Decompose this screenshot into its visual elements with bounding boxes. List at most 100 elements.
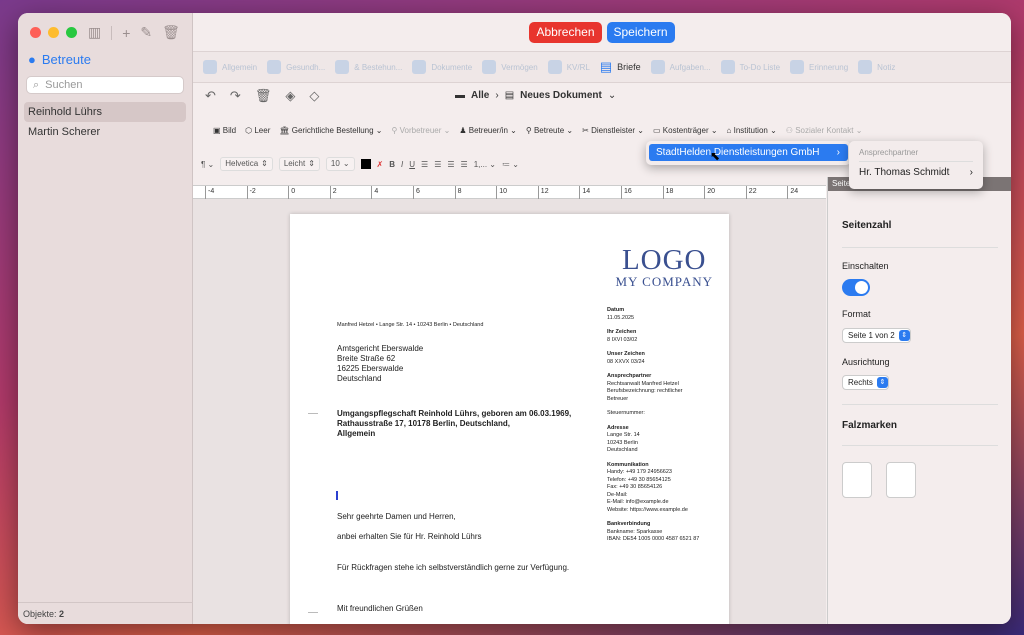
alignment-label: Ausrichtung xyxy=(842,357,890,367)
button-label: Leer xyxy=(254,125,271,135)
search-field[interactable]: ⌕ Suchen xyxy=(26,76,184,94)
tab-label: Allgemein xyxy=(222,62,258,72)
info-value: Website: https://www.example.de xyxy=(607,506,688,513)
tab-dokumente[interactable]: Dokumente xyxy=(412,60,472,74)
align-center-icon[interactable]: ☰ xyxy=(434,160,441,169)
tab-aufgaben[interactable]: Aufgaben... xyxy=(650,60,711,74)
align-right-icon[interactable]: ☰ xyxy=(447,160,454,169)
list-icon[interactable]: ≔ ⌄ xyxy=(502,160,519,169)
font-weight-value: Leicht xyxy=(283,159,306,168)
submenu-item[interactable]: Hr. Thomas Schmidt › xyxy=(859,161,973,183)
zoom-window-button[interactable] xyxy=(66,27,77,38)
trash-icon[interactable]: 🗑 xyxy=(255,88,272,104)
tab-briefe[interactable]: ▤ Briefe xyxy=(600,59,641,75)
cancel-button[interactable]: Abbrechen xyxy=(529,21,602,43)
court-order-menu[interactable]: 🏛 Gerichtliche Bestellung ⌄ xyxy=(279,126,382,135)
divider xyxy=(842,247,998,248)
body-text: Für Rückfragen stehe ich selbstverständl… xyxy=(337,563,570,572)
button-label: Sozialer Kontakt xyxy=(795,125,854,135)
ruler-tick: 16 xyxy=(621,186,632,199)
sidebar-toggle-icon[interactable]: ▥ xyxy=(88,24,101,41)
client-menu[interactable]: ⚲ Betreute ⌄ xyxy=(526,126,573,135)
main-area: Abbrechen Speichern Allgemein Gesundh...… xyxy=(193,13,1011,624)
fold-mark-option-1[interactable] xyxy=(842,462,872,498)
window-controls xyxy=(30,27,77,38)
highlight-icon[interactable]: ✗ xyxy=(377,160,384,169)
stack-icon[interactable]: ◇ xyxy=(309,88,319,104)
info-value: 08 XXVX 03/24 xyxy=(607,358,645,365)
tab-kvrl[interactable]: KV/RL xyxy=(547,60,590,74)
font-size-select[interactable]: 10 ⌄ xyxy=(325,157,355,171)
sidebar-footer: Objekte: 2 xyxy=(18,602,193,624)
page-number-toggle[interactable] xyxy=(842,279,870,296)
align-justify-icon[interactable]: ☰ xyxy=(461,160,468,169)
menu-item[interactable]: StadtHelden Dienstleistungen GmbH › xyxy=(649,144,848,161)
social-contact-menu[interactable]: ⚇ Sozialer Kontakt ⌄ xyxy=(786,126,863,135)
ruler-tick: -4 xyxy=(205,186,214,199)
underline-button[interactable]: U xyxy=(409,160,415,169)
health-icon xyxy=(267,60,282,74)
align-left-icon[interactable]: ☰ xyxy=(421,160,428,169)
button-label: Institution xyxy=(733,125,768,135)
chevron-down-icon[interactable]: ⌄ xyxy=(608,90,616,101)
subject-line: Umgangspflegschaft Reinhold Lührs, gebor… xyxy=(337,409,572,418)
section-tabs: Allgemein Gesundh... & Bestehun... Dokum… xyxy=(193,51,1011,83)
trash-icon[interactable]: 🗑 xyxy=(162,24,180,41)
subject: Umgangspflegschaft Reinhold Lührs, gebor… xyxy=(337,409,571,439)
person-icon xyxy=(203,60,217,74)
info-block: Datum 11.05.2025 Ihr Zeichen 8 IXVI 03/0… xyxy=(607,307,699,544)
text-color-swatch[interactable] xyxy=(360,159,371,169)
guardian-menu[interactable]: ♟ Betreuer/in ⌄ xyxy=(459,126,516,135)
top-bar: Abbrechen Speichern xyxy=(193,13,1011,51)
minimize-window-button[interactable] xyxy=(48,27,59,38)
button-label: Vorbetreuer xyxy=(399,125,442,135)
save-button[interactable]: Speichern xyxy=(606,21,675,43)
section-title: Seitenzahl xyxy=(842,220,892,231)
add-icon[interactable]: + xyxy=(122,25,130,41)
tab-erinnerung[interactable]: Erinnerung xyxy=(790,60,848,74)
text-cursor xyxy=(336,491,338,500)
tab-notiz[interactable]: Notiz xyxy=(858,60,895,74)
company-logo: LOGO MY COMPANY xyxy=(615,246,713,290)
document-icon: ▤ xyxy=(599,59,613,74)
breadcrumb-document[interactable]: Neues Dokument xyxy=(520,90,602,101)
info-value: Fax: +49 30 85654126 xyxy=(607,484,663,490)
info-value: Telefon: +49 30 85654125 xyxy=(607,476,671,483)
redo-icon[interactable]: ↷ xyxy=(230,88,241,104)
format-select[interactable]: Seite 1 von 2 ⇕ xyxy=(842,328,911,343)
italic-button[interactable]: I xyxy=(401,160,403,169)
button-label: Betreuer/in xyxy=(468,125,508,135)
letter-page[interactable]: LOGO MY COMPANY Manfred Hetzel • Lange S… xyxy=(290,214,729,624)
line-spacing-select[interactable]: 1,... ⌄ xyxy=(474,160,496,169)
alignment-select[interactable]: Rechts ⇕ xyxy=(842,375,889,390)
button-label: Betreute xyxy=(533,125,565,135)
list-item[interactable]: Martin Scherer xyxy=(24,122,186,142)
insert-image-button[interactable]: ▣ Bild xyxy=(213,126,236,135)
font-weight-select[interactable]: Leicht ⇕ xyxy=(278,157,320,171)
info-label: Datum xyxy=(607,307,625,313)
list-item[interactable]: Reinhold Lührs xyxy=(24,102,186,122)
institution-menu[interactable]: ⌂ Institution ⌄ xyxy=(727,126,777,135)
tab-allgemein[interactable]: Allgemein xyxy=(203,60,257,74)
layers-icon[interactable]: ◈ xyxy=(285,88,295,104)
edit-icon[interactable]: ✎ xyxy=(140,24,152,41)
font-family-select[interactable]: Helvetica ⇕ xyxy=(220,157,273,171)
undo-icon[interactable]: ↶ xyxy=(205,88,216,104)
divider xyxy=(842,404,998,405)
breadcrumb-root[interactable]: Alle xyxy=(471,90,489,101)
service-provider-menu[interactable]: ✂ Dienstleister ⌄ xyxy=(582,126,644,135)
paragraph-style-icon[interactable]: ¶ ⌄ xyxy=(201,160,214,169)
bold-button[interactable]: B xyxy=(389,160,395,169)
cost-bearer-menu[interactable]: ▭ Kostenträger ⌄ xyxy=(653,126,718,135)
tab-vermoegen[interactable]: Vermögen xyxy=(482,60,538,74)
tab-bestehung[interactable]: & Bestehun... xyxy=(335,60,402,74)
tab-todo[interactable]: To-Do Liste xyxy=(720,60,780,74)
close-window-button[interactable] xyxy=(30,27,41,38)
fold-mark-option-2[interactable] xyxy=(886,462,916,498)
logo-subtext: MY COMPANY xyxy=(615,274,713,289)
breadcrumb[interactable]: ▬ Alle › ▤ Neues Dokument ⌄ xyxy=(455,90,616,101)
info-value: Deutschland xyxy=(607,447,638,453)
tab-gesundheit[interactable]: Gesundh... xyxy=(267,60,325,74)
insert-empty-button[interactable]: ⬡ Leer xyxy=(245,126,270,135)
previous-guardian-menu[interactable]: ⚲ Vorbetreuer ⌄ xyxy=(392,126,451,135)
